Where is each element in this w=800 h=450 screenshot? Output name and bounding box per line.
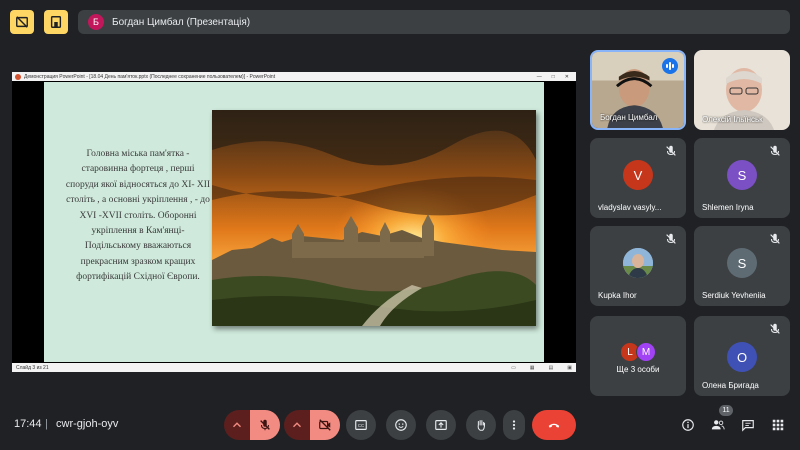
powerpoint-logo-icon [15, 73, 21, 80]
others-count-label: Ще 3 особи [616, 365, 660, 374]
present-screen-icon [435, 420, 447, 430]
captions-icon: CC [355, 420, 367, 430]
participant-name: Kupka Ihor [598, 291, 637, 300]
activities-button[interactable] [769, 416, 787, 434]
participant-photo-avatar [623, 248, 653, 278]
presenter-title: Богдан Цимбал (Презентація) [112, 16, 251, 28]
participant-tile[interactable]: S Serdiuk Yevheniia [694, 226, 790, 306]
ppt-window-controls: — □ ✕ [537, 74, 573, 80]
participant-name: Shlemen Iryna [702, 203, 754, 212]
maximize-icon: □ [551, 73, 555, 80]
people-button[interactable] [709, 416, 727, 434]
chevron-up-icon [293, 422, 301, 428]
participant-name: Олена Бригада [702, 381, 759, 390]
others-tile[interactable]: L M Ще 3 особи [590, 316, 686, 396]
raise-hand-button[interactable] [466, 410, 496, 440]
presenter-avatar: Б [88, 14, 104, 30]
present-screen-button[interactable] [426, 410, 456, 440]
captions-button[interactable]: CC [346, 410, 376, 440]
reading-view-icon: ▤ [548, 364, 554, 371]
participant-tile[interactable]: Богдан Цимбал [590, 50, 686, 130]
slide-body-text: Головна міська пам'ятка - старовинна фор… [65, 149, 211, 283]
end-call-icon [548, 423, 560, 428]
hand-icon [477, 420, 486, 431]
participant-avatar: O [727, 342, 757, 372]
chat-button[interactable] [739, 416, 757, 434]
participant-count-badge: 11 [719, 405, 733, 416]
camera-toggle-button[interactable] [310, 410, 340, 440]
host-controls-icon[interactable] [44, 10, 68, 34]
participant-name: Serdiuk Yevheniia [702, 291, 766, 300]
participant-name: Богдан Цимбал [600, 113, 658, 122]
participant-tile[interactable]: Олексій Ільїнськ [694, 50, 790, 130]
ppt-window-title: Демонстрация PowerPoint - [18.04 День па… [24, 73, 276, 80]
emoji-button[interactable] [386, 410, 416, 440]
mic-off-icon [770, 323, 780, 334]
more-options-button[interactable] [503, 410, 525, 440]
participant-tile[interactable]: V vladyslav vasyly... [590, 138, 686, 218]
participant-avatar: V [623, 160, 653, 190]
video-options-button[interactable] [284, 410, 310, 440]
captions-off-icon[interactable] [10, 10, 34, 34]
participant-tile[interactable]: S Shlemen Iryna [694, 138, 790, 218]
info-icon [682, 419, 694, 431]
people-icon [711, 420, 725, 430]
participant-avatar: M [636, 342, 656, 362]
participant-avatar: S [727, 160, 757, 190]
others-avatars: L M [620, 342, 656, 362]
normal-view-icon: ▭ [511, 364, 516, 371]
presentation-slide: Головна міська пам'ятка - старовинна фор… [44, 82, 544, 362]
svg-text:CC: CC [358, 423, 364, 428]
ppt-titlebar: Демонстрация PowerPoint - [18.04 День па… [12, 72, 576, 81]
meeting-info-button[interactable] [679, 416, 697, 434]
presentation-window: Демонстрация PowerPoint - [18.04 День па… [12, 72, 576, 372]
presenter-title-bar: Б Богдан Цимбал (Презентація) [78, 10, 790, 34]
mic-off-icon [666, 145, 676, 156]
sorter-view-icon: ▦ [529, 364, 535, 371]
slideshow-view-icon: ▣ [567, 364, 572, 371]
speaking-indicator-icon [662, 58, 678, 74]
mic-off-icon [770, 233, 780, 244]
audio-options-button[interactable] [224, 410, 250, 440]
minimize-icon: — [536, 73, 542, 80]
mic-off-icon [770, 145, 780, 156]
participant-avatar: S [727, 248, 757, 278]
ppt-view-controls: ▭ ▦ ▤ ▣ [511, 365, 572, 371]
mic-off-icon [666, 233, 676, 244]
chevron-up-icon [233, 422, 241, 428]
participant-name: Олексій Ільїнськ [702, 115, 763, 124]
meeting-code: cwr-gjoh-oyv [56, 418, 119, 430]
clock: 17:44 [14, 418, 42, 430]
participant-tile[interactable]: Kupka Ihor [590, 226, 686, 306]
chat-icon [742, 420, 754, 432]
mic-off-icon [260, 419, 270, 431]
apps-grid-icon [772, 419, 784, 431]
camera-off-icon [319, 419, 331, 431]
participant-tile[interactable]: O Олена Бригада [694, 316, 790, 396]
slide-counter: Слайд 3 из 21 [16, 364, 49, 371]
more-vert-icon [512, 420, 516, 430]
participant-name: vladyslav vasyly... [598, 203, 662, 212]
fortress-photo [212, 110, 536, 326]
leave-call-button[interactable] [532, 410, 576, 440]
close-icon: ✕ [564, 73, 569, 80]
separator: | [45, 418, 48, 430]
emoji-icon [395, 419, 407, 431]
ppt-statusbar: Слайд 3 из 21 ▭ ▦ ▤ ▣ [12, 363, 576, 372]
microphone-toggle-button[interactable] [250, 410, 280, 440]
